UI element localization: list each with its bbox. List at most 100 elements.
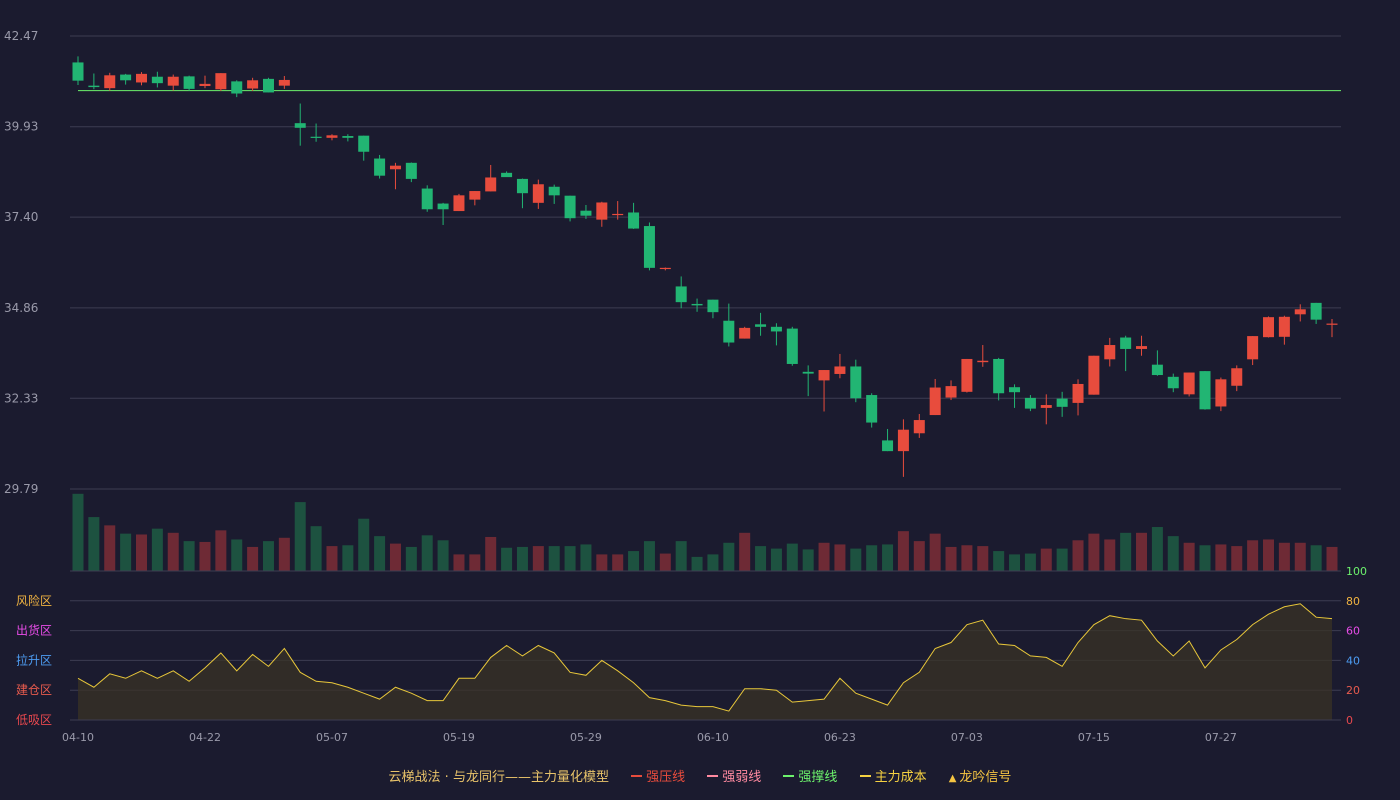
legend-title: 云梯战法 · 与龙同行——主力量化模型: [388, 770, 609, 785]
candle-body: [183, 76, 195, 89]
candle-body: [1040, 405, 1052, 408]
legend-item-pressure[interactable]: 强压线: [631, 766, 685, 785]
volume-bar: [818, 542, 830, 571]
candle-body: [151, 76, 163, 84]
candle-body: [1009, 387, 1021, 393]
candle-body: [675, 286, 687, 303]
legend-item-signal[interactable]: ▲ 龙吟信号: [949, 766, 1012, 785]
candle-body: [786, 328, 798, 364]
volume-bar: [1072, 540, 1084, 571]
legend-item-strength[interactable]: 强弱线: [707, 766, 761, 785]
candle-body: [628, 212, 640, 229]
candle-body: [1056, 398, 1068, 407]
candle-body: [247, 80, 259, 89]
volume-bar: [1231, 546, 1243, 571]
legend-label-support: 强撑线: [798, 770, 838, 785]
volume-bar: [1247, 540, 1259, 571]
candle-body: [612, 213, 624, 216]
volume-bar: [421, 535, 433, 571]
price-tick-label: 29.79: [4, 482, 38, 496]
volume-bar: [469, 554, 481, 571]
candle-body: [1294, 309, 1306, 315]
candle-body: [294, 123, 306, 128]
candle-body: [1167, 376, 1179, 389]
candle-body: [897, 429, 909, 452]
candle-body: [104, 75, 116, 89]
candle-body: [1104, 345, 1116, 360]
indicator-tick-label: 40: [1346, 654, 1360, 667]
candle-body: [548, 186, 560, 196]
candle-body: [643, 226, 655, 268]
indicator-tick-label: 60: [1346, 625, 1360, 638]
volume-bar: [1183, 542, 1195, 571]
candle-body: [596, 202, 608, 220]
volume-bar: [564, 546, 576, 571]
candle-body: [405, 162, 417, 179]
volume-bar: [262, 541, 274, 571]
volume-bar: [453, 554, 465, 571]
volume-bar: [723, 542, 735, 571]
candle-body: [1088, 355, 1100, 395]
volume-bar: [342, 545, 354, 571]
candle-body: [1024, 397, 1036, 409]
indicator-tick-label: 20: [1346, 684, 1360, 697]
candle-body: [262, 78, 274, 93]
volume-bar: [643, 541, 655, 571]
volume-bar: [104, 525, 116, 571]
volume-bar: [802, 549, 814, 571]
volume-bar: [659, 553, 671, 571]
volume-bar: [1326, 546, 1338, 571]
candle-body: [818, 370, 830, 381]
legend-label-cost: 主力成本: [874, 770, 927, 785]
volume-bar: [755, 546, 767, 571]
volume-bar: [1263, 539, 1275, 571]
candle-body: [1278, 316, 1290, 337]
volume-bar: [993, 551, 1005, 571]
volume-bar: [278, 537, 290, 571]
volume-bar: [580, 544, 592, 571]
volume-bar: [532, 546, 544, 571]
candle-body: [1310, 302, 1322, 320]
candle-body: [1326, 323, 1338, 325]
volume-bar: [675, 541, 687, 571]
volume-bar: [151, 528, 163, 571]
candle-body: [580, 210, 592, 216]
volume-bar: [1215, 544, 1227, 571]
indicator-tick-label: 0: [1346, 714, 1353, 727]
candle-body: [88, 85, 100, 88]
candle-body: [231, 81, 243, 94]
volume-bar: [977, 546, 989, 571]
x-tick-label: 06-10: [697, 731, 729, 744]
volume-bar: [310, 526, 322, 571]
volume-bar: [786, 543, 798, 571]
legend: 云梯战法 · 与龙同行——主力量化模型 强压线 强弱线 强撑线 主力成本 ▲ 龙吟…: [0, 766, 1400, 785]
legend-item-cost[interactable]: 主力成本: [859, 766, 927, 785]
candle-body: [913, 420, 925, 434]
x-tick-label: 05-19: [443, 731, 475, 744]
volume-bar: [834, 544, 846, 571]
candle-body: [167, 76, 179, 86]
candle-body: [739, 327, 751, 339]
price-tick-label: 32.33: [4, 391, 38, 405]
candle-body: [326, 135, 338, 138]
volume-bar: [1024, 553, 1036, 571]
candle-body: [945, 386, 957, 398]
volume-bar: [1056, 548, 1068, 571]
candle-body: [374, 158, 386, 176]
candle-body: [707, 299, 719, 313]
legend-swatch-pressure: [631, 774, 643, 777]
candle-body: [770, 326, 782, 332]
candle-body: [135, 73, 147, 83]
volume-bar: [1120, 532, 1132, 571]
candle-body: [1136, 346, 1148, 349]
candle-body: [1072, 383, 1084, 403]
volume-bar: [120, 533, 132, 571]
candle-body: [72, 62, 84, 81]
volume-bar: [770, 548, 782, 571]
candle-body: [389, 165, 401, 170]
legend-item-support[interactable]: 强撑线: [783, 766, 837, 785]
x-tick-label: 07-15: [1078, 731, 1110, 744]
volume-bar: [1040, 548, 1052, 571]
volume-bar: [913, 541, 925, 571]
volume-bar: [1199, 545, 1211, 571]
